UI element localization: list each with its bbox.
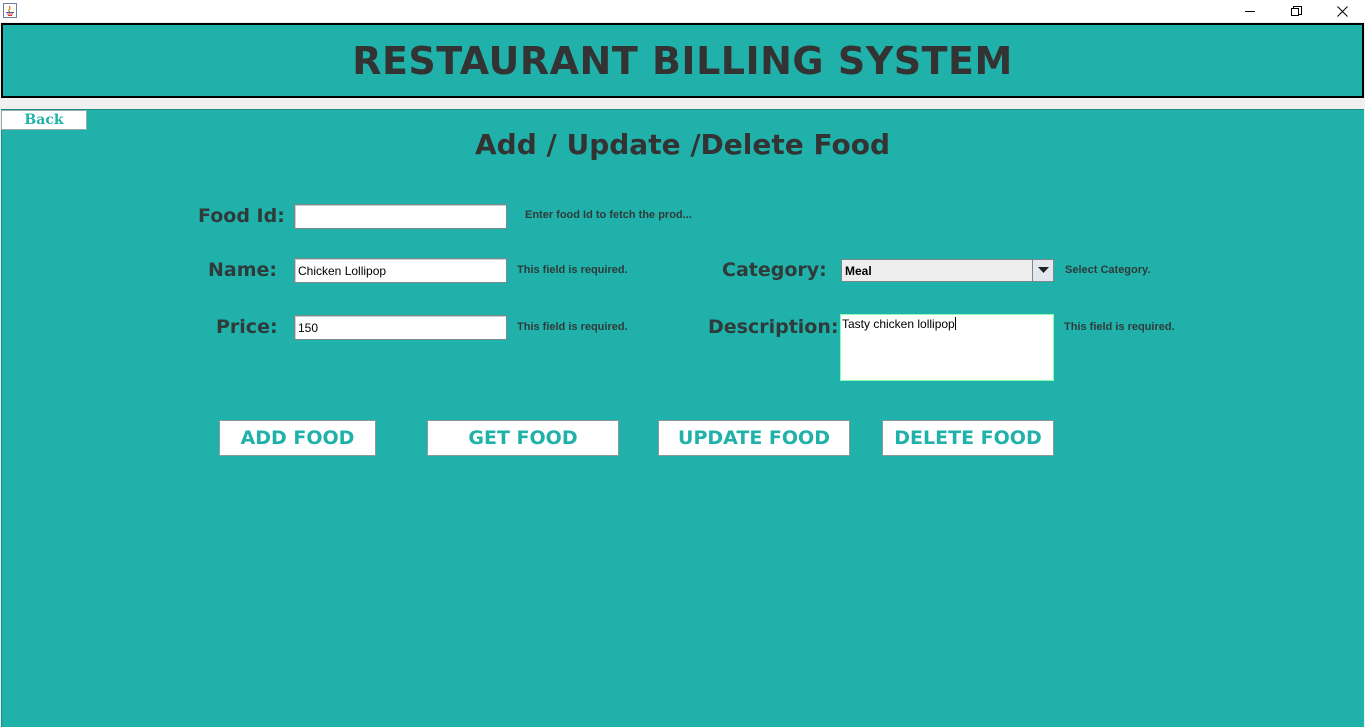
delete-food-button[interactable]: DELETE FOOD [882,420,1054,456]
name-label: Name: [208,259,278,281]
restore-button[interactable] [1273,0,1319,22]
food-id-hint: Enter food Id to fetch the prod... [525,209,692,221]
restore-icon [1290,5,1302,17]
back-button[interactable]: Back [1,110,87,130]
page-title: Add / Update /Delete Food [475,128,890,161]
add-food-button[interactable]: ADD FOOD [219,420,376,456]
food-id-input[interactable] [294,204,507,229]
chevron-down-icon[interactable] [1032,260,1053,281]
close-icon [1336,5,1348,17]
text-caret [954,317,956,330]
main-panel [1,109,1364,727]
get-food-button[interactable]: GET FOOD [427,420,619,456]
app-title: RESTAURANT BILLING SYSTEM [352,38,1013,83]
minimize-icon [1244,6,1256,17]
description-textarea[interactable]: Tasty chicken lollipop [840,314,1054,381]
java-app-icon [3,3,17,18]
category-hint: Select Category. [1065,264,1151,276]
description-label: Description: [708,316,839,338]
minimize-button[interactable] [1227,0,1273,22]
category-label: Category: [722,259,827,281]
price-label: Price: [216,316,278,338]
name-input[interactable] [294,258,507,283]
update-food-button[interactable]: UPDATE FOOD [658,420,850,456]
category-select[interactable]: Meal [841,259,1054,282]
description-hint: This field is required. [1064,321,1175,333]
price-hint: This field is required. [517,321,628,333]
category-selected-value: Meal [845,264,872,278]
description-text: Tasty chicken lollipop [842,317,955,331]
name-hint: This field is required. [517,264,628,276]
food-id-label: Food Id: [198,205,285,227]
window-titlebar [0,0,1365,22]
close-button[interactable] [1319,0,1365,22]
app-header: RESTAURANT BILLING SYSTEM [1,23,1364,98]
price-input[interactable] [294,315,507,340]
